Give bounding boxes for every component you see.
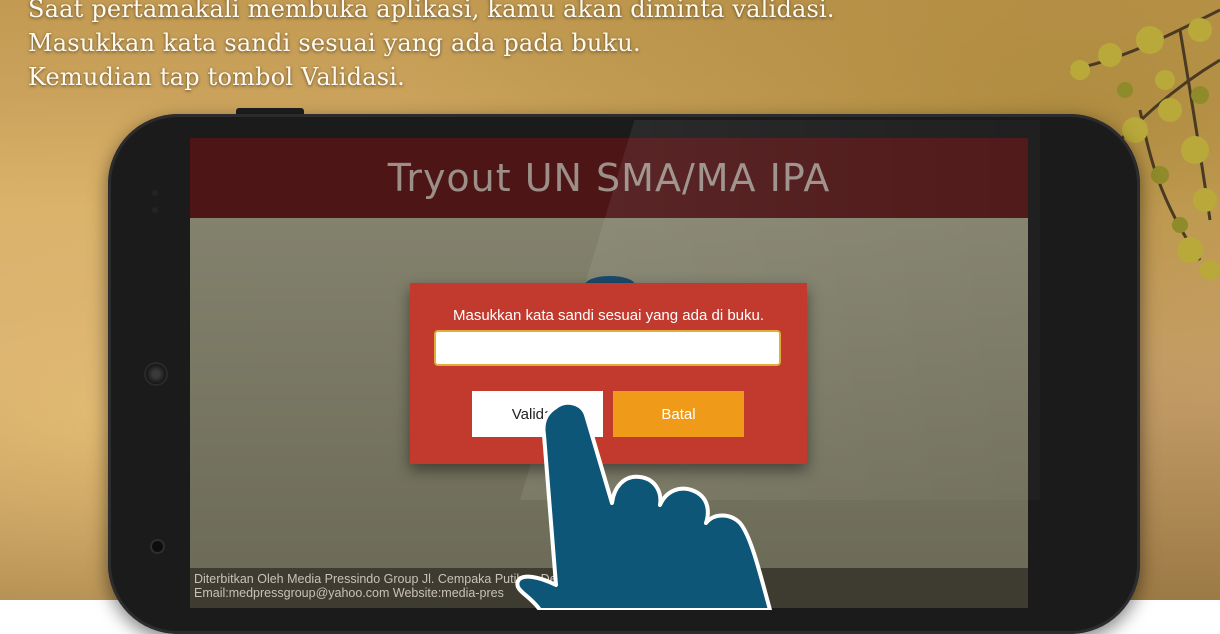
instruction-line-1: Saat pertamakali membuka aplikasi, kamu … xyxy=(28,0,835,23)
sensor-dot xyxy=(152,190,158,196)
instruction-text: Saat pertamakali membuka aplikasi, kamu … xyxy=(28,0,835,94)
dialog-prompt: Masukkan kata sandi sesuai yang ada di b… xyxy=(452,307,765,324)
speaker-icon xyxy=(144,362,168,386)
sensor-dot xyxy=(152,207,158,213)
app-title: Tryout UN SMA/MA IPA xyxy=(387,156,831,200)
password-input[interactable] xyxy=(434,330,781,366)
pointing-hand-icon xyxy=(515,400,772,610)
app-header: Tryout UN SMA/MA IPA xyxy=(190,138,1028,218)
instruction-line-2: Masukkan kata sandi sesuai yang ada pada… xyxy=(28,29,641,57)
front-camera-icon xyxy=(152,541,163,552)
instruction-line-3: Kemudian tap tombol Validasi. xyxy=(28,63,405,91)
